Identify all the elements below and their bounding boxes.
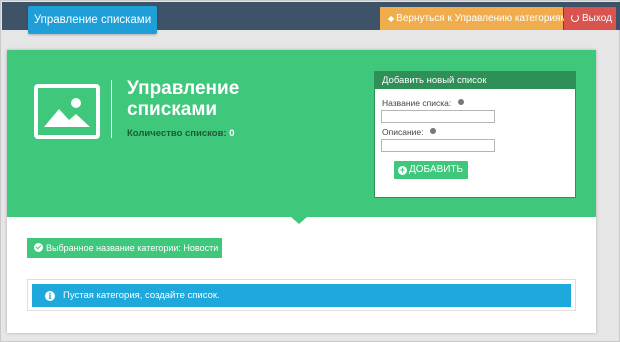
list-name-input[interactable] [381,110,495,123]
empty-category-alert: i Пустая категория, создайте список. [32,284,571,307]
alert-container: i Пустая категория, создайте список. [27,279,576,311]
description-label-row: Описание: [382,127,437,137]
divider [111,80,112,138]
check-circle-icon [34,243,43,252]
exit-label: Выход [582,13,612,24]
hero-section: Управление списками Количество списков: … [7,50,596,217]
list-count-value: 0 [229,128,235,139]
info-circle-icon: i [45,291,55,301]
selected-category-text: Выбранное название категории: Новости [46,243,219,253]
browser-frame: Управление списками ◆ Вернуться к Управле… [0,0,620,342]
add-list-form: Добавить новый список Название списка: О… [374,71,576,198]
add-list-heading: Добавить новый список [375,72,575,89]
description-label: Описание: [382,127,424,137]
page-title: Управление списками [127,78,240,120]
info-icon[interactable] [458,99,465,105]
exit-button[interactable]: Выход [564,7,616,30]
tab-list-management[interactable]: Управление списками [28,6,157,34]
list-name-label: Название списка: [382,98,452,108]
description-input[interactable] [381,139,495,152]
selected-category-badge: Выбранное название категории: Новости [27,238,222,258]
hero-pointer [291,217,307,224]
power-icon [571,14,579,22]
list-count-label: Количество списков: [127,128,227,139]
info-icon[interactable] [430,128,437,134]
empty-category-alert-text: Пустая категория, создайте список. [63,290,220,301]
back-to-categories-label: Вернуться к Управлению категориями [396,13,573,24]
list-count: Количество списков: 0 [127,128,235,139]
list-name-label-row: Название списка: [382,98,465,108]
plus-circle-icon: + [398,165,407,175]
add-list-button-label: ДОБАВИТЬ [409,164,464,175]
main-panel: Управление списками Количество списков: … [7,50,596,333]
add-list-button[interactable]: + ДОБАВИТЬ [394,161,468,179]
image-icon [34,84,100,139]
arrow-left-icon: ◆ [388,14,395,23]
back-to-categories-button[interactable]: ◆ Вернуться к Управлению категориями [380,7,573,30]
